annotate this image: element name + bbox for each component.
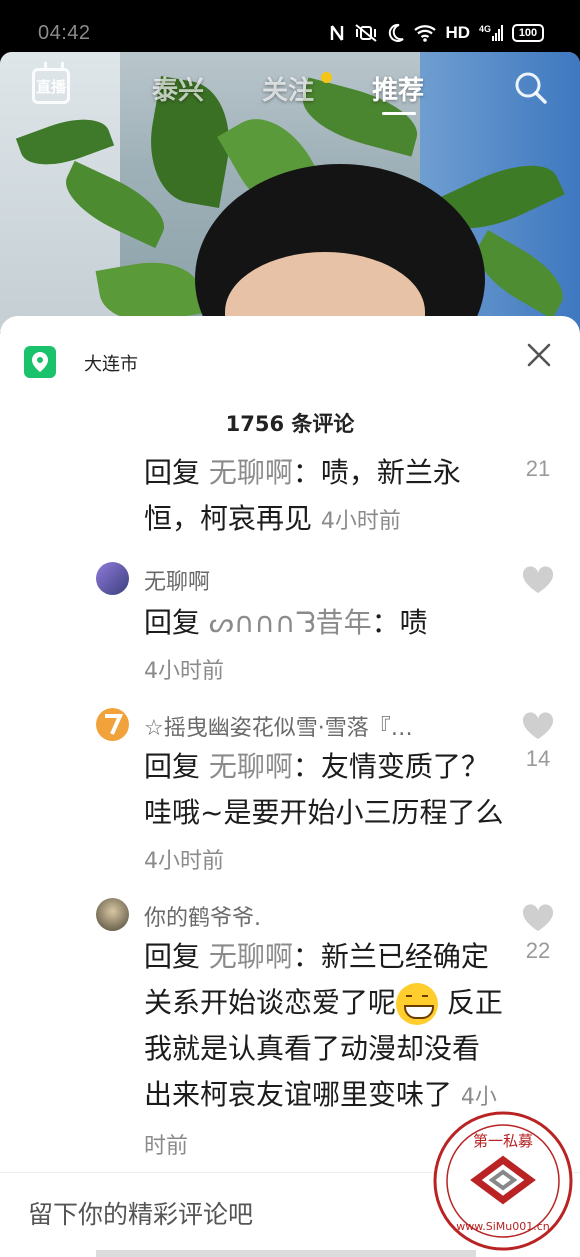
watermark-bottom-text: www.SiMu001.cn — [456, 1220, 550, 1233]
clock: 04:42 — [38, 22, 91, 44]
reply-prefix: 回复 — [144, 750, 209, 783]
heart-icon — [522, 566, 554, 593]
reply-prefix: 回复 — [144, 606, 209, 639]
like-count: 21 — [525, 456, 551, 481]
nfc-icon — [331, 25, 344, 41]
vibrate-mute-icon — [355, 24, 378, 42]
reply-target[interactable]: 无聊啊 — [209, 456, 293, 489]
comment-time: 4小时前 — [144, 659, 224, 684]
bottom-divider — [96, 1250, 476, 1257]
close-icon[interactable] — [526, 342, 552, 368]
svg-text:4G: 4G — [479, 24, 491, 34]
moon-icon — [389, 23, 405, 42]
tab-following[interactable]: 关注 — [262, 70, 314, 107]
like-button[interactable]: 14 — [518, 712, 558, 772]
grin-emoji-icon — [396, 983, 439, 1025]
status-icons: HD 4G 100 — [329, 22, 544, 44]
signal-icon: 4G — [479, 24, 503, 41]
like-count: 14 — [525, 746, 551, 771]
comment-text: 回复 ᔕ∩∩∩ᘊ昔年：啧 4小时前 — [144, 600, 504, 695]
comment-time: 4小时前 — [144, 849, 224, 874]
comment-nickname[interactable]: 无聊啊 — [144, 564, 484, 596]
tab-recommended[interactable]: 推荐 — [372, 70, 424, 107]
reply-prefix: 回复 — [144, 940, 209, 973]
avatar[interactable] — [96, 562, 129, 595]
like-button[interactable]: 21 — [518, 454, 558, 482]
like-button[interactable]: 22 — [518, 904, 558, 964]
comment-nickname[interactable]: 你的鹤爷爷. — [144, 900, 484, 932]
reply-target[interactable]: 无聊啊 — [209, 940, 293, 973]
top-nav: 直播 泰兴 关注 推荐 — [0, 60, 580, 120]
hd-label: HD — [445, 23, 470, 42]
location-pin-icon — [24, 346, 56, 378]
reply-prefix: 回复 — [144, 456, 209, 489]
avatar[interactable] — [96, 898, 129, 931]
following-notification-dot — [321, 72, 332, 83]
comment-content: ：啧 — [371, 606, 428, 639]
comment-nickname[interactable]: ☆摇曳幽姿花似雪·雪落『… — [144, 710, 484, 742]
heart-icon — [522, 712, 554, 739]
like-button[interactable] — [518, 566, 558, 600]
watermark-logo: 第一私募 www.SiMu001.cn — [433, 1111, 573, 1251]
watermark-top-text: 第一私募 — [473, 1132, 533, 1150]
reply-target[interactable]: 无聊啊 — [209, 750, 293, 783]
reply-target[interactable]: ᔕ∩∩∩ᘊ昔年 — [209, 606, 372, 639]
live-tv-icon[interactable]: 直播 — [32, 68, 70, 104]
comment-count: 1756 条评论 — [225, 412, 355, 436]
comment-input[interactable]: 留下你的精彩评论吧 — [28, 1195, 253, 1231]
active-tab-indicator — [382, 112, 416, 115]
comment-text: 回复 无聊啊：啧，新兰永恒，柯哀再见 4小时前 — [144, 450, 504, 545]
tab-taixing[interactable]: 泰兴 — [152, 70, 204, 107]
status-bar: 04:42 HD 4G 100 — [0, 0, 580, 52]
battery-icon: 100 — [512, 24, 544, 42]
comment-time: 4小时前 — [320, 509, 401, 534]
comment-text: 回复 无聊啊：友情变质了？哇哦~是要开始小三历程了么 4小时前 — [144, 744, 504, 885]
live-label: 直播 — [35, 77, 66, 96]
search-icon[interactable] — [513, 70, 549, 106]
location-label[interactable]: 大连市 — [84, 350, 138, 376]
wifi-icon — [414, 25, 437, 42]
heart-icon — [522, 904, 554, 931]
like-count: 22 — [525, 938, 551, 963]
avatar[interactable] — [96, 708, 129, 741]
